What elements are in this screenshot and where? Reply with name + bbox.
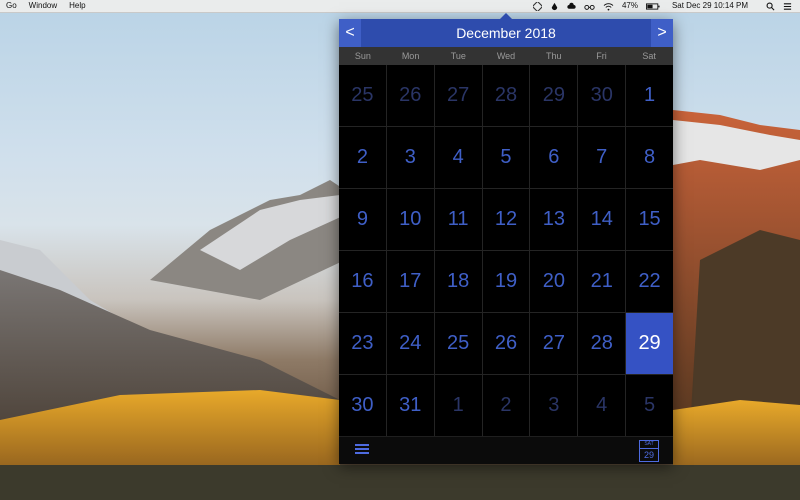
next-month-button[interactable]: > [651, 19, 673, 47]
day-cell[interactable]: 6 [530, 127, 578, 188]
weekday-label: Fri [596, 51, 607, 61]
day-cell[interactable]: 17 [386, 251, 434, 312]
day-cell[interactable]: 18 [434, 251, 482, 312]
hamburger-menu-icon[interactable] [355, 444, 369, 456]
day-cell[interactable]: 8 [626, 127, 673, 188]
battery-percent[interactable]: 47% [622, 0, 638, 12]
day-cell-next-month[interactable]: 5 [626, 375, 673, 436]
day-cell[interactable]: 12 [482, 189, 530, 250]
day-cell[interactable]: 27 [530, 313, 578, 374]
day-cell[interactable]: 3 [386, 127, 434, 188]
weekday-header: Sun Mon Tue Wed Thu Fri Sat [339, 47, 673, 65]
day-cell-prev-month[interactable]: 28 [482, 65, 530, 126]
today-weekday: SAT [640, 441, 658, 449]
wifi-icon[interactable] [603, 2, 614, 11]
weekday-label: Sat [642, 51, 656, 61]
day-cell[interactable]: 5 [482, 127, 530, 188]
status-area: 47% Sat Dec 29 10:14 PM [529, 0, 800, 12]
weekday-label: Thu [545, 51, 562, 61]
day-cell[interactable]: 19 [482, 251, 530, 312]
day-cell[interactable]: 13 [530, 189, 578, 250]
search-icon[interactable] [766, 2, 775, 11]
creative-cloud-icon[interactable] [567, 2, 576, 11]
day-cell-prev-month[interactable]: 26 [386, 65, 434, 126]
day-cell[interactable]: 14 [578, 189, 626, 250]
day-cell-next-month[interactable]: 3 [530, 375, 578, 436]
previous-month-button[interactable]: < [339, 19, 361, 47]
today-day: 29 [643, 450, 654, 460]
day-cell[interactable]: 20 [530, 251, 578, 312]
day-cell-next-month[interactable]: 1 [434, 375, 482, 436]
day-cell[interactable]: 1 [626, 65, 673, 126]
day-cell[interactable]: 28 [578, 313, 626, 374]
day-cell[interactable]: 30 [339, 375, 386, 436]
calendar-footer: SAT 29 [339, 436, 673, 464]
day-cell[interactable]: 22 [626, 251, 673, 312]
menu-window[interactable]: Window [23, 0, 63, 12]
day-cell[interactable]: 9 [339, 189, 386, 250]
day-cell[interactable]: 7 [578, 127, 626, 188]
calendar-header: < December 2018 > [339, 19, 673, 47]
day-cell[interactable]: 10 [386, 189, 434, 250]
day-cell-next-month[interactable]: 4 [578, 375, 626, 436]
day-cell-prev-month[interactable]: 27 [434, 65, 482, 126]
day-cell-prev-month[interactable]: 30 [578, 65, 626, 126]
day-cell-next-month[interactable]: 2 [482, 375, 530, 436]
today-button[interactable]: SAT 29 [639, 440, 659, 462]
weekday-label: Wed [496, 51, 516, 61]
day-cell[interactable]: 24 [386, 313, 434, 374]
battery-icon[interactable] [645, 2, 660, 11]
day-cell[interactable]: 23 [339, 313, 386, 374]
menu-bar: Go Window Help 47% Sat Dec 29 10:14 PM [0, 0, 800, 13]
day-cell[interactable]: 21 [578, 251, 626, 312]
glasses-icon[interactable] [584, 2, 595, 11]
calendar-popover: < December 2018 > Sun Mon Tue Wed Thu Fr… [339, 13, 673, 464]
weekday-label: Mon [401, 51, 420, 61]
weekday-label: Tue [450, 51, 466, 61]
day-cell-prev-month[interactable]: 29 [530, 65, 578, 126]
calendar-grid: 25 26 27 28 29 30 1 2 3 4 5 6 7 8 9 10 1… [339, 65, 673, 436]
dropbox-icon[interactable] [550, 2, 559, 11]
weekday-label: Sun [354, 51, 371, 61]
calendar-app-icon[interactable] [532, 1, 542, 11]
day-cell[interactable]: 2 [339, 127, 386, 188]
day-cell[interactable]: 25 [434, 313, 482, 374]
day-cell[interactable]: 11 [434, 189, 482, 250]
day-cell[interactable]: 31 [386, 375, 434, 436]
menu-help[interactable]: Help [63, 0, 91, 12]
day-cell-selected-today[interactable]: 29 [626, 313, 673, 374]
day-cell[interactable]: 15 [626, 189, 673, 250]
day-cell-prev-month[interactable]: 25 [339, 65, 386, 126]
day-cell[interactable]: 26 [482, 313, 530, 374]
list-icon[interactable] [783, 2, 792, 11]
menu-go[interactable]: Go [0, 0, 23, 12]
day-cell[interactable]: 16 [339, 251, 386, 312]
day-cell[interactable]: 4 [434, 127, 482, 188]
clock[interactable]: Sat Dec 29 10:14 PM [672, 0, 748, 12]
month-title: December 2018 [456, 25, 556, 41]
